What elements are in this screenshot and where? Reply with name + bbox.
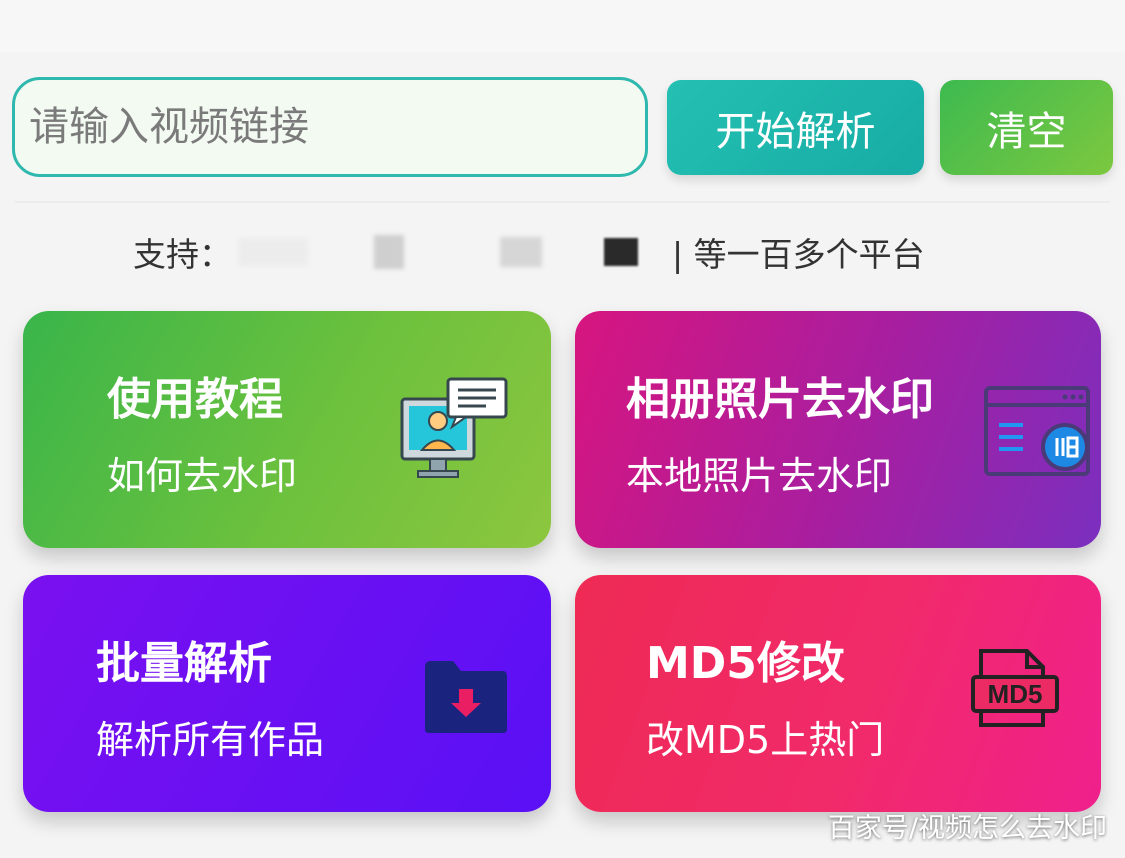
window-app-icon	[984, 386, 1090, 476]
blurred-platform-name	[374, 235, 404, 269]
monitor-chat-icon	[400, 377, 508, 478]
md5-icon-label: MD5	[988, 679, 1043, 709]
card-subtitle: 改MD5上热门	[646, 718, 885, 762]
clear-label: 清空	[986, 108, 1067, 155]
blurred-platform-name	[500, 237, 542, 267]
start-parse-label: 开始解析	[715, 108, 876, 155]
top-bar	[0, 0, 1125, 52]
divider	[15, 201, 1110, 203]
clear-button[interactable]: 清空	[940, 80, 1113, 175]
card-subtitle: 本地照片去水印	[626, 454, 893, 498]
card-subtitle: 解析所有作品	[96, 718, 325, 762]
card-subtitle: 如何去水印	[107, 454, 298, 498]
watermark: 百家号/视频怎么去水印	[827, 813, 1107, 844]
support-suffix: | 等一百多个平台	[672, 235, 925, 274]
photo-watermark-card[interactable]: 相册照片去水印 本地照片去水印	[575, 311, 1101, 548]
start-parse-button[interactable]: 开始解析	[667, 80, 924, 175]
video-link-input[interactable]	[15, 80, 645, 174]
md5-file-icon: MD5	[971, 649, 1059, 727]
tutorial-card[interactable]: 使用教程 如何去水印	[23, 311, 551, 548]
card-title: MD5修改	[646, 638, 845, 689]
supported-platforms: 支持： | 等一百多个平台	[133, 224, 925, 280]
card-title: 使用教程	[107, 374, 283, 425]
card-title: 批量解析	[96, 638, 272, 689]
search-field[interactable]	[12, 77, 648, 177]
card-title: 相册照片去水印	[626, 374, 934, 425]
blurred-platform-name	[604, 238, 638, 266]
md5-modify-card[interactable]: MD5修改 改MD5上热门 MD5	[575, 575, 1101, 812]
folder-download-icon	[425, 661, 507, 733]
support-prefix: 支持：	[133, 235, 232, 274]
batch-parse-card[interactable]: 批量解析 解析所有作品	[23, 575, 551, 812]
blurred-platform-name	[238, 238, 308, 266]
